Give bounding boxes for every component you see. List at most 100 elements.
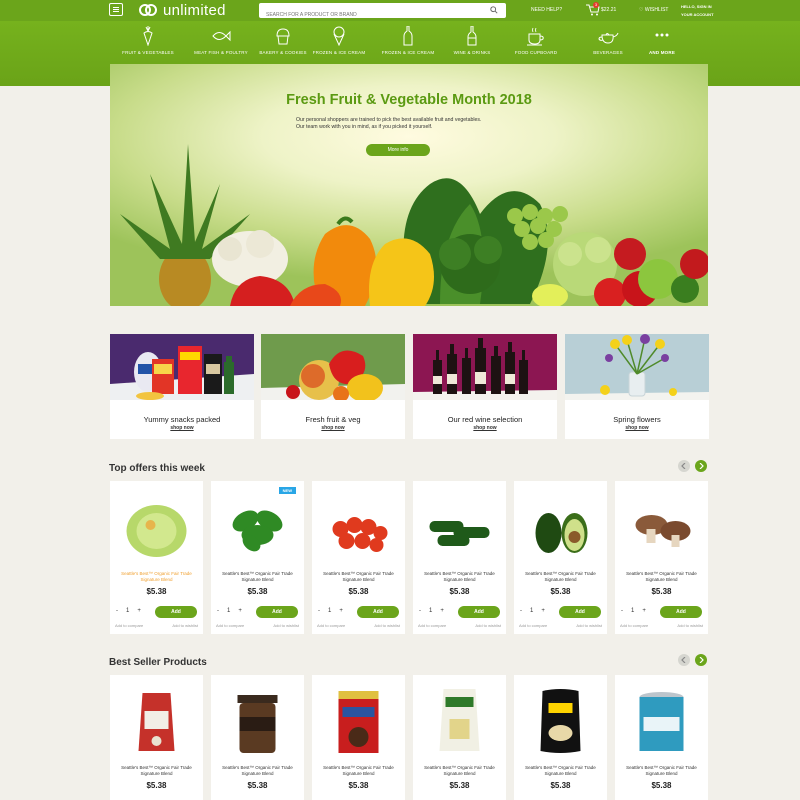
top-offers-prev-button[interactable]	[678, 460, 690, 472]
account-link[interactable]: HELLO, SIGN IN YOUR ACCOUNT	[681, 3, 714, 19]
increase-quantity-button[interactable]: +	[137, 608, 141, 614]
cart-total[interactable]: $22.21	[601, 7, 616, 13]
shop-now-link[interactable]: shop now	[413, 425, 557, 431]
product-image[interactable]	[423, 491, 496, 563]
product-card[interactable]: Seattle's Best™ Organic Fair Trade Signa…	[413, 481, 506, 634]
promo-title: Yummy snacks packed	[143, 415, 221, 424]
decrease-quantity-button[interactable]: -	[621, 608, 623, 614]
site-logo[interactable]: unlimited	[139, 2, 226, 19]
add-to-cart-button[interactable]: Add	[155, 606, 197, 618]
account-greeting: HELLO, SIGN IN	[681, 4, 712, 9]
product-card[interactable]: Seattle's Best™ Organic Fair Trade Signa…	[514, 675, 607, 800]
product-card[interactable]: Seattle's Best™ Organic Fair Trade Signa…	[110, 675, 203, 800]
hamburger-menu-icon[interactable]	[109, 3, 123, 16]
add-to-wishlist-link[interactable]: Add to wishlist	[374, 623, 400, 628]
quantity-value[interactable]: 1	[429, 608, 432, 614]
product-card[interactable]: Seattle's Best™ Organic Fair Trade Signa…	[615, 481, 708, 634]
product-name[interactable]: Seattle's Best™ Organic Fair Trade Signa…	[316, 765, 401, 777]
product-card[interactable]: Seattle's Best™ Organic Fair Trade Signa…	[514, 481, 607, 634]
product-card[interactable]: Seattle's Best™ Organic Fair Trade Signa…	[615, 675, 708, 800]
increase-quantity-button[interactable]: +	[238, 608, 242, 614]
product-image[interactable]	[221, 685, 294, 757]
shop-now-link[interactable]: shop now	[261, 425, 405, 431]
promo-card-fruit-veg[interactable]: Fresh fruit & veg shop now	[261, 334, 405, 439]
product-name[interactable]: Seattle's Best™ Organic Fair Trade Signa…	[114, 765, 199, 777]
need-help-link[interactable]: NEED HELP?	[531, 7, 562, 13]
promo-card-spring-flowers[interactable]: Spring flowers shop now	[565, 334, 709, 439]
add-to-compare-link[interactable]: Add to compare	[216, 623, 244, 628]
add-to-cart-button[interactable]: Add	[256, 606, 298, 618]
add-to-compare-link[interactable]: Add to compare	[115, 623, 143, 628]
search-icon[interactable]	[490, 6, 498, 14]
quantity-stepper: - 1 +	[318, 608, 343, 614]
add-to-cart-button[interactable]: Add	[458, 606, 500, 618]
product-name[interactable]: Seattle's Best™ Organic Fair Trade Signa…	[417, 571, 502, 583]
more-info-button[interactable]: More info	[366, 144, 430, 156]
product-card[interactable]: NEW Seattle's Best™ Organic Fair Trade Si…	[211, 481, 304, 634]
product-name[interactable]: Seattle's Best™ Organic Fair Trade Signa…	[215, 765, 300, 777]
add-to-wishlist-link[interactable]: Add to wishlist	[576, 623, 602, 628]
product-name[interactable]: Seattle's Best™ Organic Fair Trade Signa…	[316, 571, 401, 583]
product-name[interactable]: Seattle's Best™ Organic Fair Trade Signa…	[619, 765, 704, 777]
product-image[interactable]	[120, 685, 193, 757]
quantity-value[interactable]: 1	[227, 608, 230, 614]
product-card[interactable]: Seattle's Best™ Organic Fair Trade Signa…	[413, 675, 506, 800]
product-image[interactable]	[625, 491, 698, 563]
product-name[interactable]: Seattle's Best™ Organic Fair Trade Signa…	[518, 765, 603, 777]
flowers-image	[565, 334, 709, 400]
product-image[interactable]	[120, 491, 193, 563]
decrease-quantity-button[interactable]: -	[520, 608, 522, 614]
add-to-compare-link[interactable]: Add to compare	[519, 623, 547, 628]
cart-count-badge: 3	[593, 2, 599, 8]
best-sellers-prev-button[interactable]	[678, 654, 690, 666]
product-name[interactable]: Seattle's Best™ Organic Fair Trade Signa…	[417, 765, 502, 777]
best-sellers-next-button[interactable]	[695, 654, 707, 666]
product-image[interactable]	[423, 685, 496, 757]
product-card[interactable]: Seattle's Best™ Organic Fair Trade Signa…	[312, 481, 405, 634]
promo-card-snacks[interactable]: Yummy snacks packed shop now	[110, 334, 254, 439]
quantity-stepper: - 1 +	[520, 608, 545, 614]
add-to-compare-link[interactable]: Add to compare	[620, 623, 648, 628]
add-to-cart-button[interactable]: Add	[357, 606, 399, 618]
product-name[interactable]: Seattle's Best™ Organic Fair Trade Signa…	[114, 571, 199, 583]
increase-quantity-button[interactable]: +	[339, 608, 343, 614]
increase-quantity-button[interactable]: +	[440, 608, 444, 614]
add-to-wishlist-link[interactable]: Add to wishlist	[677, 623, 703, 628]
product-image[interactable]	[322, 491, 395, 563]
category-and-more[interactable]: AND MORE	[617, 21, 707, 61]
add-to-wishlist-link[interactable]: Add to wishlist	[273, 623, 299, 628]
decrease-quantity-button[interactable]: -	[419, 608, 421, 614]
product-name[interactable]: Seattle's Best™ Organic Fair Trade Signa…	[518, 571, 603, 583]
quantity-value[interactable]: 1	[328, 608, 331, 614]
add-to-compare-link[interactable]: Add to compare	[317, 623, 345, 628]
increase-quantity-button[interactable]: +	[642, 608, 646, 614]
product-image[interactable]	[524, 491, 597, 563]
add-to-compare-link[interactable]: Add to compare	[418, 623, 446, 628]
add-to-cart-button[interactable]: Add	[660, 606, 702, 618]
quantity-value[interactable]: 1	[530, 608, 533, 614]
add-to-wishlist-link[interactable]: Add to wishlist	[172, 623, 198, 628]
hero-line-1: Our personal shoppers are trained to pic…	[296, 117, 482, 123]
add-to-cart-button[interactable]: Add	[559, 606, 601, 618]
product-name[interactable]: Seattle's Best™ Organic Fair Trade Signa…	[215, 571, 300, 583]
product-image[interactable]	[221, 491, 294, 563]
product-image[interactable]	[625, 685, 698, 757]
product-card[interactable]: Seattle's Best™ Organic Fair Trade Signa…	[211, 675, 304, 800]
product-name[interactable]: Seattle's Best™ Organic Fair Trade Signa…	[619, 571, 704, 583]
product-image[interactable]	[322, 685, 395, 757]
shop-now-link[interactable]: shop now	[565, 425, 709, 431]
product-card[interactable]: Seattle's Best™ Organic Fair Trade Signa…	[110, 481, 203, 634]
promo-card-red-wine[interactable]: Our red wine selection shop now	[413, 334, 557, 439]
product-image[interactable]	[524, 685, 597, 757]
decrease-quantity-button[interactable]: -	[217, 608, 219, 614]
decrease-quantity-button[interactable]: -	[116, 608, 118, 614]
increase-quantity-button[interactable]: +	[541, 608, 545, 614]
add-to-wishlist-link[interactable]: Add to wishlist	[475, 623, 501, 628]
product-card[interactable]: Seattle's Best™ Organic Fair Trade Signa…	[312, 675, 405, 800]
quantity-value[interactable]: 1	[126, 608, 129, 614]
wishlist-link[interactable]: ♡ WISHLIST	[639, 7, 669, 13]
decrease-quantity-button[interactable]: -	[318, 608, 320, 614]
shop-now-link[interactable]: shop now	[110, 425, 254, 431]
quantity-value[interactable]: 1	[631, 608, 634, 614]
top-offers-next-button[interactable]	[695, 460, 707, 472]
